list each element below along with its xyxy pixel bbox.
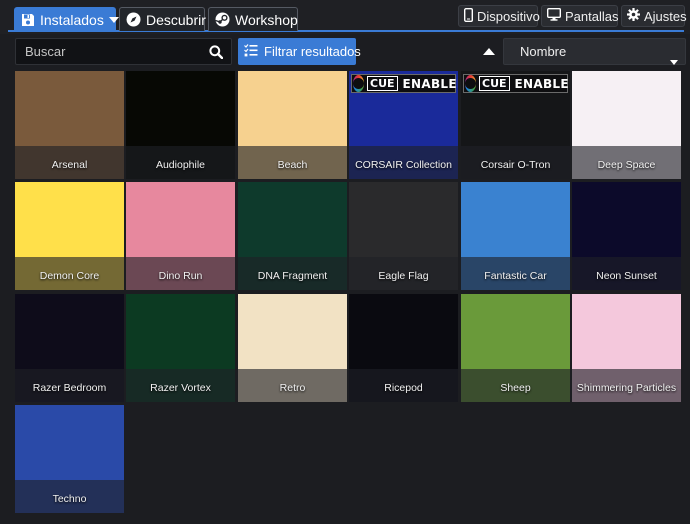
chevron-down-icon[interactable] [108,16,119,24]
wallpaper-title: Beach [277,158,308,171]
filter-list-icon [244,43,258,60]
cue-badge-text: CUE [479,76,510,91]
phone-icon [463,7,473,25]
tab-workshop-label: Workshop [235,11,298,28]
caret-up-icon [481,47,497,64]
tab-discover-label: Descubrir [146,11,206,28]
wallpaper-caption: Neon Sunset [572,257,681,290]
wallpaper-caption: Demon Core [15,257,124,290]
tab-installed[interactable]: Instalados [14,7,119,31]
wallpaper-tile[interactable]: Beach [238,71,347,179]
wallpaper-tile[interactable]: Eagle Flag [349,182,458,290]
wallpaper-title: Corsair O-Tron [480,158,551,171]
settings-button-label: Ajustes [644,8,687,24]
wallpaper-tile[interactable]: Techno [15,405,124,513]
wallpaper-caption: Corsair O-Tron [461,146,570,179]
wallpaper-caption: Eagle Flag [349,257,458,290]
wallpaper-tile[interactable]: CORSAIR CUEENABLEDCORSAIR Collection [349,71,458,179]
tab-workshop[interactable]: Workshop [208,7,298,31]
compass-icon [126,12,141,27]
screens-button-label: Pantallas [565,8,619,24]
wallpaper-caption: Arsenal [15,146,124,179]
sort-select[interactable]: Nombre [503,38,686,65]
wallpaper-tile[interactable]: Dino Run [126,182,235,290]
wallpaper-title: CORSAIR Collection [355,158,452,171]
wallpaper-title: Eagle Flag [378,269,429,282]
wallpaper-caption: Razer Bedroom [15,369,124,402]
wallpaper-tile[interactable]: Razer Bedroom [15,294,124,402]
wallpaper-caption: Retro [238,369,347,402]
wallpaper-tile[interactable]: Retro [238,294,347,402]
filter-results-button[interactable]: Filtrar resultados [238,38,361,65]
wallpaper-title: Sheep [500,381,531,394]
wallpaper-title: Razer Bedroom [32,381,107,394]
device-button-label: Dispositivo [477,8,540,24]
wallpaper-caption: CORSAIR Collection [349,146,458,179]
tab-discover[interactable]: Descubrir [119,7,206,31]
wallpaper-tile[interactable]: Demon Core [15,182,124,290]
wallpaper-title: Deep Space [597,158,656,171]
monitor-icon [546,7,562,24]
wallpaper-title: Dino Run [158,269,203,282]
wallpaper-tile[interactable]: Fantastic Car [461,182,570,290]
wallpaper-title: Fantastic Car [484,269,547,282]
device-button[interactable]: Dispositivo [458,5,540,27]
wallpaper-caption: Shimmering Particles [572,369,681,402]
wallpaper-caption: Razer Vortex [126,369,235,402]
wallpaper-caption: Ricepod [349,369,458,402]
wallpaper-tile[interactable]: Sheep [461,294,570,402]
wallpaper-title: Audiophile [155,158,206,171]
wallpaper-caption: Dino Run [126,257,235,290]
cue-enabled-badge: CUE ENABLED [463,74,570,93]
wallpaper-title: Techno [52,492,87,505]
wallpaper-caption: DNA Fragment [238,257,347,290]
screens-button[interactable]: Pantallas [541,5,618,27]
wallpaper-tile[interactable]: Ricepod [349,294,458,402]
settings-button[interactable]: Ajustes [621,5,687,27]
icue-logo-icon [465,75,476,92]
wallpaper-tile[interactable]: Razer Vortex [126,294,235,402]
wallpaper-title: Retro [279,381,306,394]
cue-badge-enabled: ENABLED [402,76,458,91]
wallpaper-tile[interactable]: Audiophile [126,71,235,179]
wallpaper-tile[interactable]: Neon Sunset [572,182,681,290]
wallpaper-title: Shimmering Particles [576,381,677,394]
gear-icon [627,8,640,24]
sort-direction-toggle[interactable] [481,44,497,60]
cue-badge-text: CUE [367,76,398,91]
wallpaper-tile[interactable]: Shimmering Particles [572,294,681,402]
search-icon[interactable] [209,45,224,64]
wallpaper-tile[interactable]: Arsenal [15,71,124,179]
cue-badge-enabled: ENABLED [514,76,570,91]
cue-enabled-badge: CUE ENABLED [351,74,458,93]
sort-select-value: Nombre [520,44,567,59]
icue-logo-icon [353,75,364,92]
save-icon [21,13,35,27]
wallpaper-caption: Beach [238,146,347,179]
wallpaper-tile[interactable]: CUE ENABLED Corsair O-Tron [461,71,570,179]
wallpaper-caption: Deep Space [572,146,681,179]
wallpaper-caption: Sheep [461,369,570,402]
wallpaper-title: Neon Sunset [596,269,657,282]
wallpaper-title: Demon Core [39,269,100,282]
search-input[interactable] [16,39,206,64]
tab-installed-label: Instalados [40,11,104,28]
filter-results-label: Filtrar resultados [264,44,361,59]
wallpaper-caption: Fantastic Car [461,257,570,290]
wallpaper-title: Razer Vortex [150,381,211,394]
search-box [15,38,232,65]
wallpaper-caption: Techno [15,480,124,513]
wallpaper-title: DNA Fragment [257,269,328,282]
wallpaper-title: Ricepod [384,381,423,394]
steam-icon [215,12,230,27]
wallpaper-caption: Audiophile [126,146,235,179]
wallpaper-title: Arsenal [51,158,88,171]
wallpaper-tile[interactable]: Deep Space [572,71,681,179]
wallpaper-tile[interactable]: DNA Fragment [238,182,347,290]
